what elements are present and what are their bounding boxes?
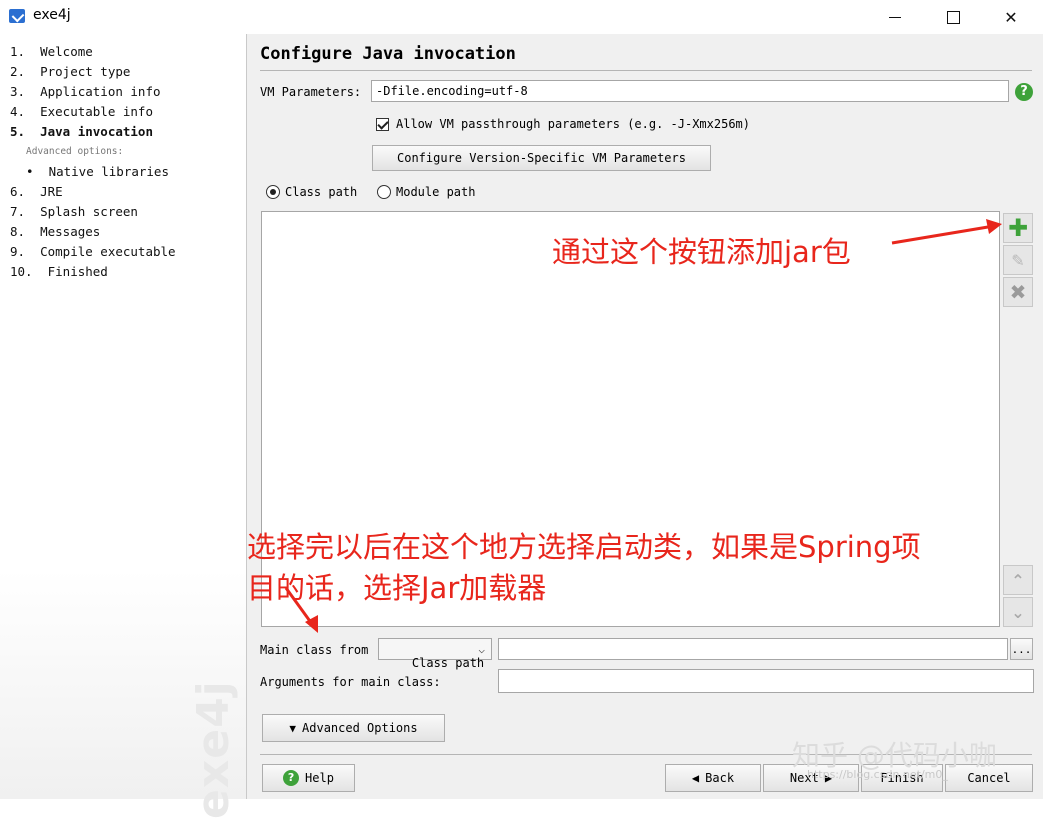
annotation-main-class-line1: 选择完以后在这个地方选择启动类，如果是Spring项: [247, 530, 921, 564]
arrowhead-add: [986, 219, 1002, 234]
annotation-arrows: [284, 219, 1002, 633]
arrow-to-add-button: [891, 224, 995, 245]
annotation-main-class-line2: 目的话，选择Jar加载器: [247, 571, 547, 605]
